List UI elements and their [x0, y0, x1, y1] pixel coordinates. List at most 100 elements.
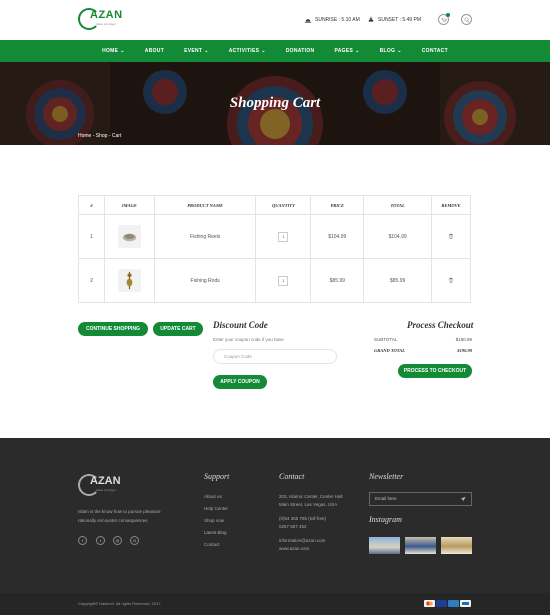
- footer-about-line1: Islam is the know how to pursue pleasure: [78, 509, 161, 514]
- main-nav: HOME ⌄ ABOUT EVENT ⌄ ACTIVITIES ⌄ DONATION …: [0, 40, 550, 62]
- contact-address-line1: 203, Islamic Center, Center Hall: [279, 494, 343, 499]
- grand-total-label: GRAND TOTAL: [374, 348, 406, 353]
- support-link[interactable]: About us: [204, 494, 222, 499]
- google-plus-icon[interactable]: G: [130, 536, 139, 545]
- instagram-photo[interactable]: [441, 537, 472, 554]
- instagram-title: Instagram: [369, 515, 402, 524]
- fishing-rod-icon: [126, 271, 133, 290]
- checkout-title: Process Checkout: [407, 320, 474, 330]
- product-price: $104.99: [310, 214, 365, 259]
- footer-about-line2: rationally encounter consequences: [78, 518, 148, 523]
- product-total: $85.99: [363, 258, 433, 303]
- nav-label: CONTACT: [421, 48, 448, 54]
- product-total: $104.99: [363, 214, 433, 259]
- grand-total-value: $190.98: [457, 348, 472, 353]
- remove-cell: [431, 214, 471, 259]
- apply-coupon-button[interactable]: APPLY COUPON: [213, 375, 267, 389]
- nav-label: BLOG: [379, 48, 396, 54]
- quantity-input[interactable]: 1: [278, 231, 289, 242]
- amex-icon: [448, 600, 459, 607]
- contact-phone1: (0)54 365 765 (toll free): [279, 516, 327, 521]
- instagram-photo[interactable]: [369, 537, 400, 554]
- quantity-cell: 1: [255, 214, 312, 259]
- quantity-cell: 1: [255, 258, 312, 303]
- column-header: TOTAL: [363, 195, 433, 215]
- nav-item-about[interactable]: ABOUT: [145, 48, 164, 54]
- fishing-reel-icon: [122, 233, 137, 242]
- product-image-cell: [103, 214, 155, 259]
- product-name[interactable]: Fishing Rods: [153, 258, 257, 303]
- sunrise-text: SUNRISE : 5.10 AM: [315, 17, 360, 23]
- support-link[interactable]: Latest Blog: [204, 530, 227, 535]
- product-name[interactable]: Fishing Reels: [153, 214, 257, 259]
- column-header: REMOVE: [431, 195, 471, 215]
- nav-item-home[interactable]: HOME ⌄: [102, 48, 125, 54]
- nav-label: ABOUT: [144, 48, 165, 54]
- nav-item-pages[interactable]: PAGES ⌄: [334, 48, 359, 54]
- cart-table: # IMAGE PRODUCT NAME QUANTITY PRICE TOTA…: [78, 195, 471, 303]
- subtotal-value: $190.98: [455, 337, 472, 342]
- send-icon[interactable]: [460, 496, 466, 502]
- sunset-icon: [368, 16, 374, 22]
- nav-label: ACTIVITIES: [228, 48, 260, 54]
- newsletter-title: Newsletter: [369, 472, 404, 481]
- contact-website[interactable]: www.azan.com: [279, 546, 309, 551]
- nav-label: DONATION: [285, 48, 315, 54]
- instagram-photo[interactable]: [405, 537, 436, 554]
- product-image[interactable]: [117, 225, 141, 248]
- table-row: 1 Fishing Reels 1 $104.99 $104.99: [78, 214, 471, 259]
- support-link[interactable]: Shop now: [204, 518, 224, 523]
- trash-icon[interactable]: [448, 233, 454, 239]
- sunrise-info: SUNRISE : 5.10 AM: [304, 16, 360, 24]
- twitter-icon[interactable]: t: [96, 536, 105, 545]
- newsletter-email-input[interactable]: Email here: [369, 492, 472, 506]
- column-header: PRICE: [310, 195, 365, 215]
- continue-shopping-button[interactable]: CONTINUE SHOPPING: [78, 322, 148, 336]
- footer-logo[interactable]: AZAN place of prayer: [78, 474, 121, 498]
- update-cart-button[interactable]: UPDATE CART: [153, 322, 203, 336]
- instagram-icon[interactable]: ◎: [113, 536, 122, 545]
- nav-item-activities[interactable]: ACTIVITIES ⌄: [229, 48, 266, 54]
- product-price: $85.99: [310, 258, 365, 303]
- search-icon: [464, 17, 469, 22]
- coupon-input[interactable]: Coupon Code: [213, 349, 337, 364]
- nav-label: HOME: [102, 48, 119, 54]
- product-image-cell: [103, 258, 155, 303]
- product-image[interactable]: [117, 269, 141, 292]
- contact-address-line2: Main Street, Las Vegas, USA: [279, 502, 338, 507]
- nav-item-event[interactable]: EVENT ⌄: [184, 48, 209, 54]
- page-title: Shopping Cart: [229, 95, 321, 111]
- contact-email[interactable]: information@azan.com: [279, 538, 325, 543]
- breadcrumb: Home - Shop - Cart: [78, 133, 122, 139]
- chevron-down-icon: ⌄: [120, 48, 125, 54]
- site-logo[interactable]: AZAN place of prayer: [78, 8, 123, 32]
- cart-badge: [446, 13, 450, 17]
- site-header: AZAN place of prayer SUNRISE : 5.10 AM S…: [0, 0, 550, 40]
- nav-item-blog[interactable]: BLOG ⌄: [380, 48, 402, 54]
- chevron-down-icon: ⌄: [397, 48, 402, 54]
- logo-text: AZAN: [90, 9, 123, 21]
- support-link[interactable]: Help Center: [204, 506, 228, 511]
- remove-cell: [431, 258, 471, 303]
- column-header: QUANTITY: [255, 195, 312, 215]
- mastercard-icon: [424, 600, 435, 607]
- trash-icon[interactable]: [448, 277, 454, 283]
- cart-button[interactable]: [438, 13, 450, 25]
- sunset-text: SUNSET : 5.49 PM: [378, 17, 421, 23]
- visa-icon: [436, 600, 447, 607]
- process-checkout-button[interactable]: PROCESS TO CHECKOUT: [398, 364, 472, 378]
- nav-item-donation[interactable]: DONATION: [286, 48, 315, 54]
- contact-title: Contact: [279, 472, 305, 481]
- subtotal-row: SUBTOTAL $190.98: [374, 337, 472, 342]
- support-link[interactable]: Contact: [204, 542, 220, 547]
- sunrise-icon: [304, 19, 312, 23]
- nav-item-contact[interactable]: CONTACT: [422, 48, 448, 54]
- facebook-icon[interactable]: f: [78, 536, 87, 545]
- quantity-input[interactable]: 1: [278, 275, 289, 286]
- paypal-icon: [460, 600, 471, 607]
- search-button[interactable]: [461, 14, 472, 25]
- sunset-info: SUNSET : 5.49 PM: [367, 16, 421, 24]
- support-title: Support: [204, 472, 230, 481]
- logo-tagline: place of prayer: [96, 22, 116, 26]
- contact-phone2: 0267 567 452: [279, 524, 307, 529]
